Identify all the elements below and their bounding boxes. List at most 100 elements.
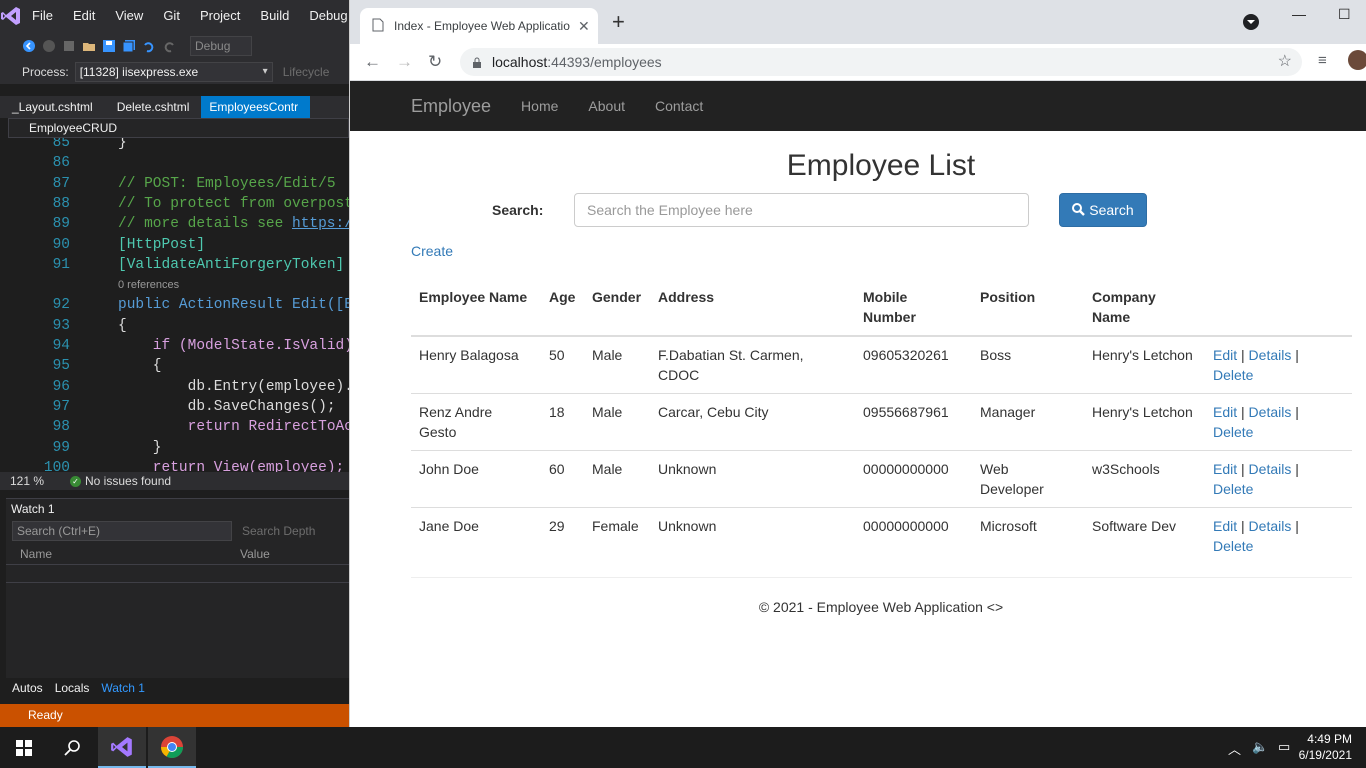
search-depth-label[interactable]: Search Depth <box>242 524 315 538</box>
code-editor[interactable]: 85} 86 87 // POST: Employees/Edit/5 88 // To … <box>8 138 349 472</box>
edit-link[interactable]: Edit <box>1213 461 1237 477</box>
forward-icon[interactable]: → <box>396 52 413 72</box>
taskbar-visual-studio[interactable] <box>98 727 146 768</box>
profile-avatar[interactable] <box>1348 50 1366 75</box>
edit-link[interactable]: Edit <box>1213 404 1237 420</box>
search-button[interactable]: Search <box>1059 193 1147 227</box>
network-icon[interactable]: ▭ <box>1278 739 1290 755</box>
menu-file[interactable]: File <box>22 0 63 32</box>
code-text: // more details see <box>118 216 293 233</box>
watch-title: Watch 1 <box>11 502 55 516</box>
watch-row[interactable] <box>6 565 349 583</box>
tab-locals[interactable]: Locals <box>49 678 96 700</box>
tab-employees-controller[interactable]: EmployeesContr <box>201 96 311 118</box>
browser-toolbar: ← → ↻ localhost:44393/employees ☆ ≡ <box>350 44 1366 81</box>
site-brand[interactable]: Employee <box>411 96 491 117</box>
code-text: return View(employee); <box>118 459 345 472</box>
tray-chevron-icon[interactable]: ︿ <box>1228 739 1241 758</box>
table-cell: Renz Andre Gesto <box>411 393 541 451</box>
undo-icon[interactable] <box>142 39 156 53</box>
watch-search-input[interactable]: Search (Ctrl+E) <box>12 521 232 541</box>
menu-edit[interactable]: Edit <box>63 0 105 32</box>
back-icon[interactable]: ← <box>364 52 381 72</box>
tab-delete[interactable]: Delete.cshtml <box>105 96 202 118</box>
visual-studio-window: File Edit View Git Project Build Debug D… <box>0 0 349 727</box>
table-cell: Unknown <box>650 450 855 508</box>
delete-link[interactable]: Delete <box>1213 367 1253 383</box>
tab-autos[interactable]: Autos <box>6 678 49 700</box>
edit-link[interactable]: Edit <box>1213 347 1237 363</box>
code-text: { <box>118 317 127 334</box>
save-all-icon[interactable] <box>122 39 136 53</box>
process-combo[interactable]: [11328] iisexpress.exe <box>74 62 273 82</box>
table-row: Renz Andre Gesto 18 Male Carcar, Cebu City 0… <box>411 393 1352 451</box>
minimize-icon[interactable]: — <box>1292 6 1306 22</box>
clock-date: 6/19/2021 <box>1298 748 1352 762</box>
new-tab-icon[interactable]: + <box>612 11 625 33</box>
line-number: 100 <box>43 459 70 472</box>
forward-nav-icon[interactable] <box>42 39 56 53</box>
save-icon[interactable] <box>102 39 116 53</box>
delete-link[interactable]: Delete <box>1213 424 1253 440</box>
address-bar[interactable]: localhost:44393/employees ☆ <box>460 48 1302 76</box>
speaker-icon[interactable]: 🔈 <box>1252 739 1268 755</box>
tab-watch-1[interactable]: Watch 1 <box>95 678 151 700</box>
menu-build[interactable]: Build <box>250 0 299 32</box>
table-cell: Web Developer <box>972 450 1084 508</box>
system-clock[interactable]: 4:49 PM 6/19/2021 <box>1299 731 1352 763</box>
codelens-references[interactable]: 0 references <box>118 275 179 295</box>
start-button[interactable] <box>0 727 48 768</box>
reading-list-icon[interactable]: ≡ <box>1318 52 1327 69</box>
details-link[interactable]: Details <box>1249 461 1292 477</box>
details-link[interactable]: Details <box>1249 518 1292 534</box>
line-number: 92 <box>52 297 70 314</box>
open-folder-icon[interactable] <box>82 39 96 53</box>
details-link[interactable]: Details <box>1249 347 1292 363</box>
line-number: 94 <box>52 338 70 354</box>
browser-tab[interactable]: Index - Employee Web Applicatio ✕ <box>360 8 598 44</box>
project-navigation-combo[interactable]: EmployeeCRUD <box>8 118 349 138</box>
column-header: Company Name <box>1084 279 1205 337</box>
menu-git[interactable]: Git <box>153 0 190 32</box>
details-link[interactable]: Details <box>1249 404 1292 420</box>
taskbar-search-button[interactable] <box>48 727 96 768</box>
tab-layout[interactable]: _Layout.cshtml <box>0 96 105 118</box>
edit-link[interactable]: Edit <box>1213 518 1237 534</box>
search-button-label: Search <box>1089 202 1134 218</box>
zoom-level[interactable]: 121 % <box>0 472 70 490</box>
table-row: Jane Doe 29 Female Unknown 00000000000 Micros… <box>411 507 1352 564</box>
nav-contact[interactable]: Contact <box>655 98 703 114</box>
table-cell: Female <box>584 507 650 564</box>
maximize-icon[interactable]: ☐ <box>1338 6 1351 23</box>
taskbar-chrome[interactable] <box>148 727 196 768</box>
menu-view[interactable]: View <box>105 0 153 32</box>
code-link[interactable]: https:/ <box>292 214 349 234</box>
delete-link[interactable]: Delete <box>1213 538 1253 554</box>
back-nav-icon[interactable] <box>22 39 36 53</box>
table-row: Henry Balagosa 50 Male F.Dabatian St. Carme… <box>411 335 1352 394</box>
table-cell: 09556687961 <box>855 393 972 451</box>
bookmark-star-icon[interactable]: ☆ <box>1278 48 1292 76</box>
delete-link[interactable]: Delete <box>1213 481 1253 497</box>
line-number: 97 <box>52 398 70 415</box>
issues-indicator[interactable]: ✓ No issues found <box>70 472 171 490</box>
create-link[interactable]: Create <box>411 243 453 259</box>
reload-icon[interactable]: ↻ <box>428 52 442 72</box>
footer-text: © 2021 - Employee Web Application <> <box>758 599 1004 615</box>
config-combo[interactable]: Debug <box>190 36 252 56</box>
lifecycle-events-button[interactable]: Lifecycle <box>283 65 330 79</box>
lock-icon[interactable] <box>472 48 482 76</box>
menu-project[interactable]: Project <box>190 0 250 32</box>
new-project-icon[interactable] <box>62 39 76 53</box>
tab-search-icon[interactable] <box>1243 14 1259 33</box>
process-bar: Process: [11328] iisexpress.exe Lifecycl… <box>0 60 349 84</box>
line-number: 88 <box>52 195 70 212</box>
visual-studio-logo-icon[interactable] <box>0 0 22 32</box>
row-actions: Edit | Details | Delete <box>1205 335 1352 394</box>
nav-home[interactable]: Home <box>521 98 558 114</box>
search-input[interactable]: Search the Employee here <box>574 193 1029 227</box>
redo-icon[interactable] <box>162 39 176 53</box>
nav-about[interactable]: About <box>588 98 625 114</box>
close-tab-icon[interactable]: ✕ <box>578 18 590 35</box>
menu-debug[interactable]: Debug <box>299 0 349 32</box>
